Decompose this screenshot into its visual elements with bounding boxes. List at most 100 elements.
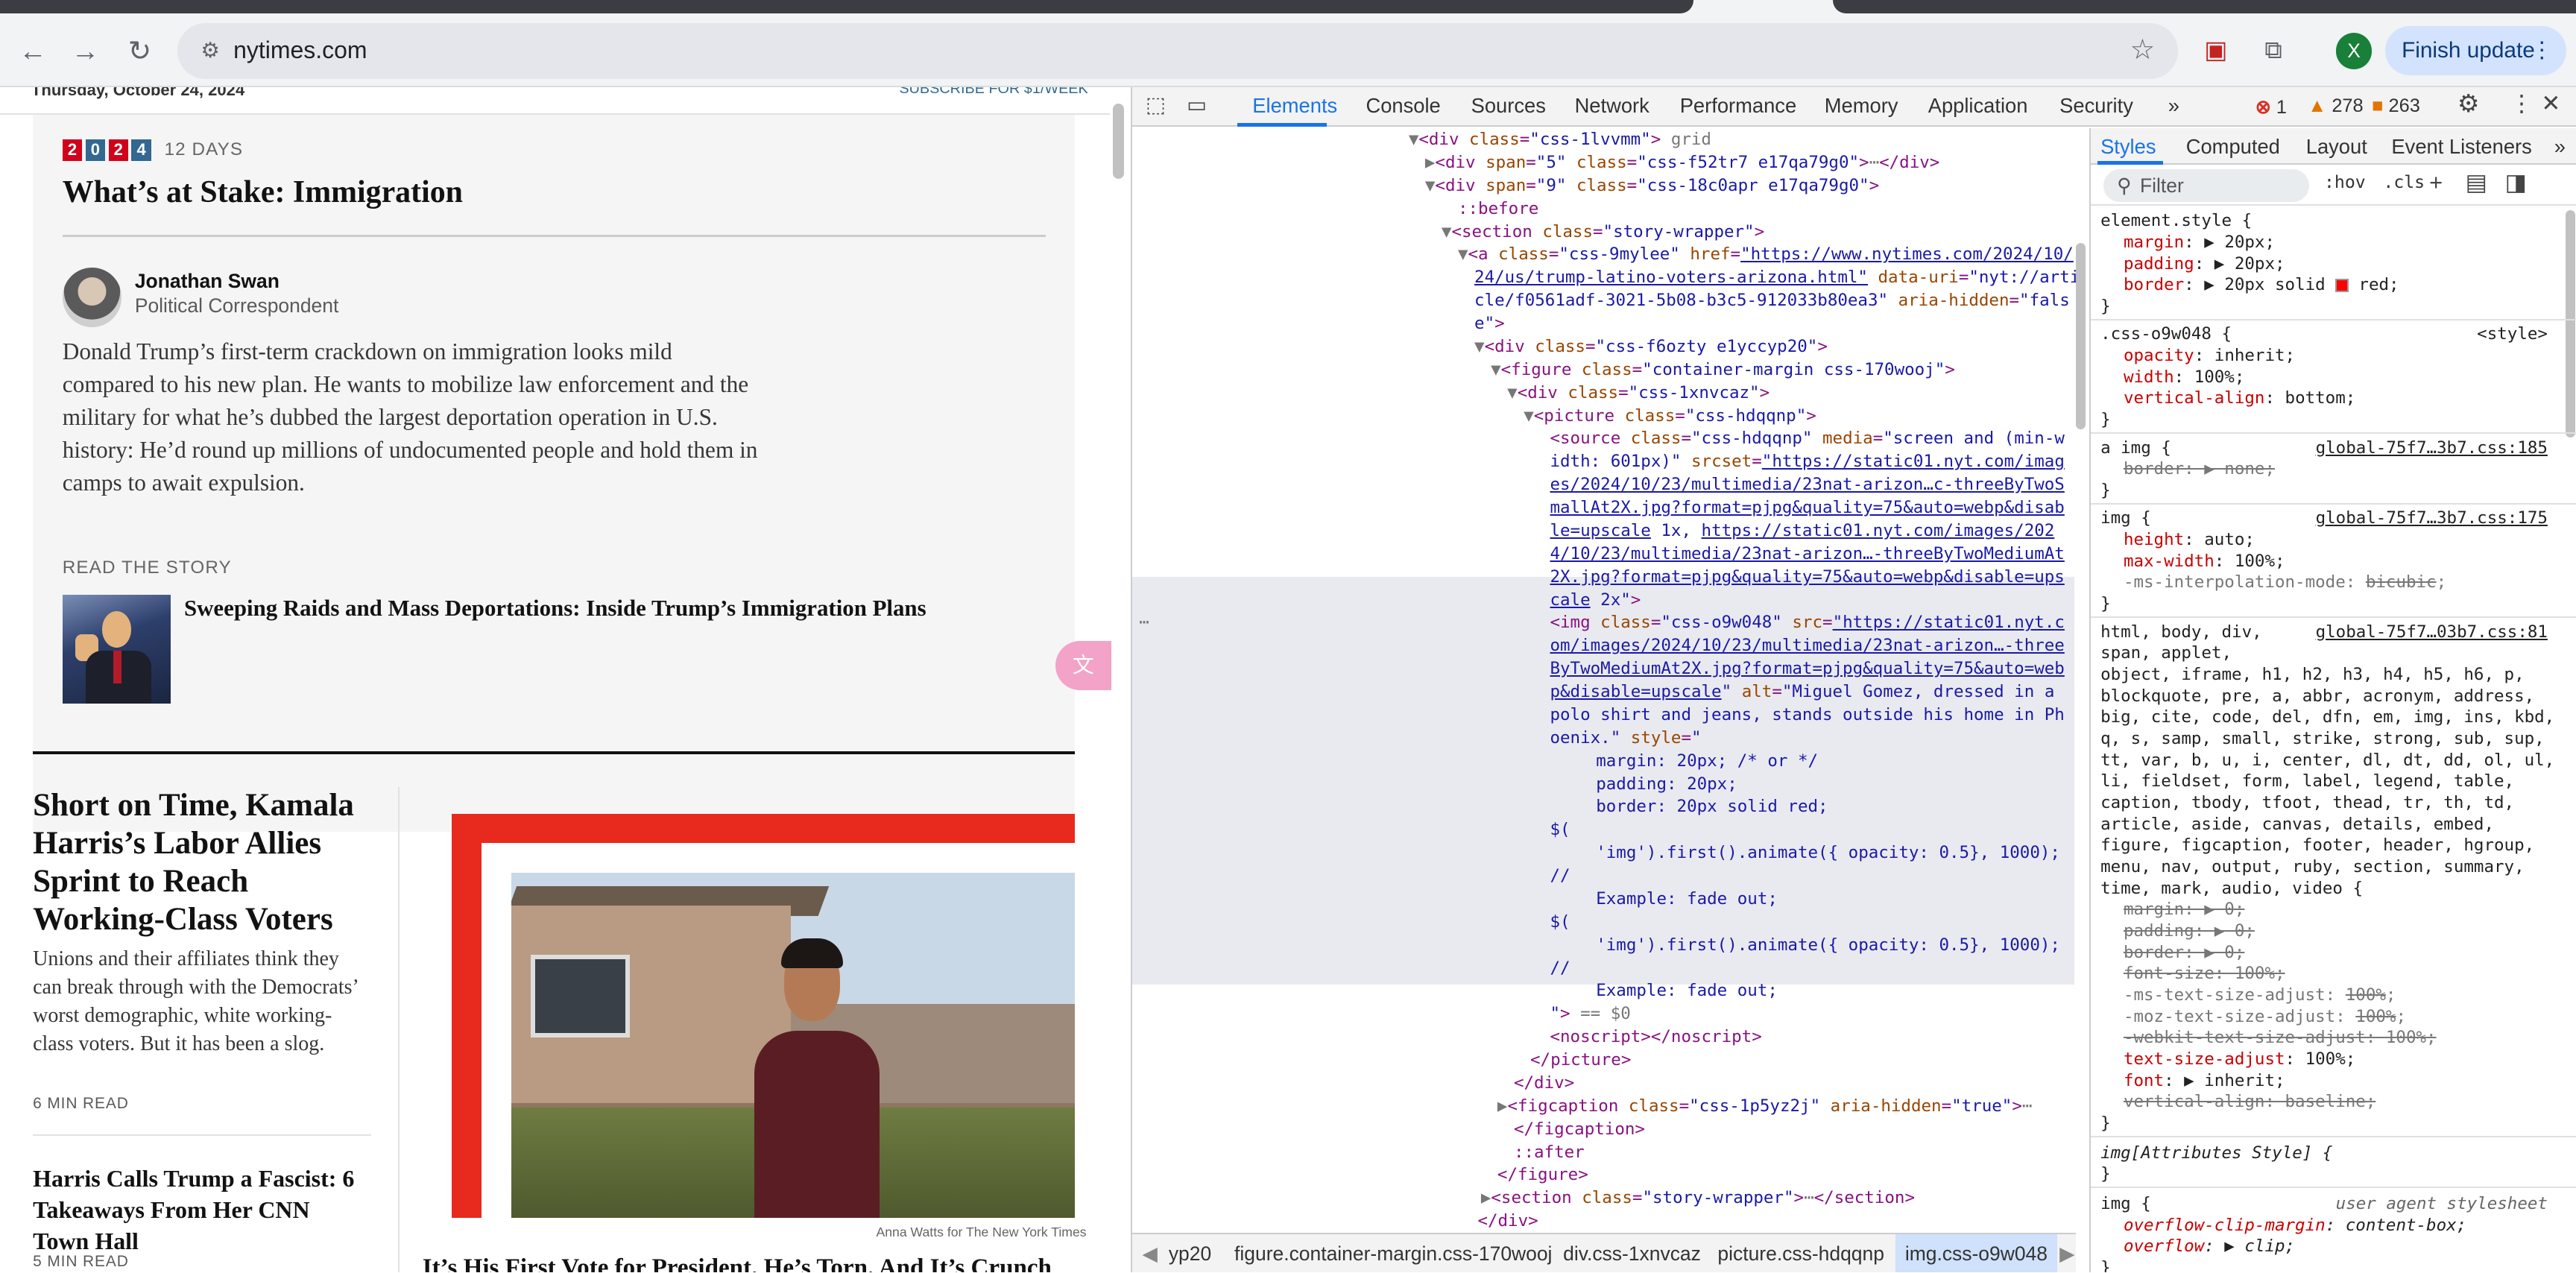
css-declaration[interactable]: -moz-text-size-adjust: 100%; xyxy=(2124,1006,2576,1028)
tab-elements[interactable]: Elements xyxy=(1252,94,1337,118)
css-declaration[interactable]: text-size-adjust: 100%; xyxy=(2124,1049,2576,1070)
css-declaration[interactable]: overflow: ▶ clip; xyxy=(2124,1236,2576,1257)
tab-application[interactable]: Application xyxy=(1928,94,2028,118)
css-declaration[interactable]: padding: ▶ 20px; xyxy=(2124,253,2576,275)
address-bar[interactable]: ⚙ nytimes.com ☆ xyxy=(177,22,2179,79)
warning-count[interactable]: ▲ 278 xyxy=(2308,95,2363,117)
css-declaration[interactable]: margin: ▶ 0; xyxy=(2124,899,2576,920)
reload-icon[interactable]: ↻ xyxy=(120,31,160,71)
tab-security[interactable]: Security xyxy=(2059,94,2133,118)
dom-line[interactable]: padding: 20px; xyxy=(1596,773,2076,796)
css-declaration[interactable]: border: ▶ 0; xyxy=(2124,942,2576,964)
dom-line[interactable]: ▶<div span="5" class="css-f52tr7 e17qa79… xyxy=(1425,151,2076,174)
tab-computed[interactable]: Computed xyxy=(2186,135,2280,159)
dom-line[interactable]: // xyxy=(1550,957,2076,980)
dom-line[interactable]: $( xyxy=(1550,818,2076,841)
dom-line[interactable]: ▼<figure class="container-margin css-170… xyxy=(1491,358,2076,382)
tab-styles[interactable]: Styles xyxy=(2100,135,2156,159)
bookmark-star-icon[interactable]: ☆ xyxy=(2130,33,2156,66)
dom-line[interactable]: ▼<div class="css-1xnvcaz"> xyxy=(1507,382,2076,405)
back-icon[interactable]: ← xyxy=(13,31,53,71)
subscribe-link[interactable]: SUBSCRIBE FOR $1/WEEK xyxy=(899,87,1087,98)
site-info-icon[interactable]: ⚙ xyxy=(194,34,227,67)
devtools-menu-icon[interactable]: ⋮ xyxy=(2510,90,2533,117)
dom-line[interactable]: 24/us/trump-latino-voters-arizona.html" … xyxy=(1474,266,2076,289)
device-toolbar-icon[interactable]: ▭ xyxy=(1187,92,1207,118)
breadcrumb-item[interactable]: figure.container-margin.css-170wooj xyxy=(1234,1242,1552,1266)
dom-line[interactable]: $( xyxy=(1550,911,2076,934)
article3-headline[interactable]: It’s His First Vote for President. He’s … xyxy=(423,1254,1113,1272)
tab-memory[interactable]: Memory xyxy=(1825,94,1898,118)
dom-tree[interactable]: ▼<div class="css-1lvvmm"> grid ▶<div spa… xyxy=(1132,128,2076,1233)
dom-line[interactable]: es/2024/10/23/multimedia/23nat-arizon…c-… xyxy=(1550,473,2076,496)
breadcrumb-left-icon[interactable]: ◀ xyxy=(1143,1242,1158,1266)
finish-update-button[interactable]: Finish update ⋮ xyxy=(2385,26,2566,76)
dom-line[interactable]: 'img').first().animate({ opacity: 0.5}, … xyxy=(1596,841,2076,865)
css-declaration[interactable]: vertical-align: baseline; xyxy=(2124,1091,2576,1113)
story-thumbnail[interactable] xyxy=(62,595,171,704)
dom-line[interactable]: ▼<a class="css-9mylee" href="https://www… xyxy=(1458,243,2076,266)
dom-line[interactable]: </div> xyxy=(1514,1072,2076,1095)
css-declaration[interactable]: -ms-interpolation-mode: bicubic; xyxy=(2124,572,2576,593)
dom-line[interactable]: </figcaption> xyxy=(1514,1118,2076,1141)
more-tabs-icon[interactable]: » xyxy=(2168,94,2179,118)
dom-line[interactable]: 2X.jpg?format=pjpg&quality=75&auto=webp&… xyxy=(1550,566,2076,589)
dom-line[interactable]: Example: fade out; xyxy=(1596,979,2076,1002)
css-declaration[interactable]: max-width: 100%; xyxy=(2124,551,2576,572)
dom-line[interactable]: 4/10/23/multimedia/23nat-arizon…-threeBy… xyxy=(1550,543,2076,566)
dom-line[interactable]: <img class="css-o9w048" src="https://sta… xyxy=(1550,611,2076,634)
breadcrumb-right-icon[interactable]: ▶ xyxy=(2059,1242,2074,1266)
extension-translate-icon[interactable]: ▣ xyxy=(2196,31,2235,71)
page-scrollbar[interactable] xyxy=(1113,103,1125,180)
color-swatch[interactable] xyxy=(2335,278,2349,292)
dom-line[interactable]: ▼<div span="9" class="css-18c0apr e17qa7… xyxy=(1425,174,2076,198)
new-rule-icon[interactable]: + xyxy=(2429,169,2443,196)
dom-line[interactable]: ▼<section class="story-wrapper"> xyxy=(1442,221,2076,244)
dom-line[interactable]: oenix." style=" xyxy=(1550,727,2076,750)
css-declaration[interactable]: font: ▶ inherit; xyxy=(2124,1070,2576,1092)
hov-toggle[interactable]: :hov xyxy=(2324,173,2366,192)
article2-headline[interactable]: Harris Calls Trump a Fascist: 6 Takeaway… xyxy=(33,1163,370,1257)
css-declaration[interactable]: margin: ▶ 20px; xyxy=(2124,232,2576,253)
kebab-menu-icon[interactable]: ⋮ xyxy=(2531,26,2553,75)
dom-line[interactable]: ::before xyxy=(1458,198,2076,221)
dom-line[interactable]: idth: 601px)" srcset="https://static01.n… xyxy=(1550,450,2076,473)
dom-line[interactable]: le=upscale 1x, https://static01.nyt.com/… xyxy=(1550,519,2076,543)
dom-line[interactable]: </div> xyxy=(1477,1210,2076,1233)
css-declaration[interactable]: height: auto; xyxy=(2124,529,2576,551)
dom-line[interactable]: mallAt2X.jpg?format=pjpg&quality=75&auto… xyxy=(1550,496,2076,519)
styles-more-icon[interactable]: » xyxy=(2554,135,2566,159)
url-text[interactable]: nytimes.com xyxy=(233,37,367,64)
dom-line[interactable]: ▼<div class="css-1lvvmm"> grid xyxy=(1409,128,2076,151)
dom-line[interactable]: e"> xyxy=(1474,312,2076,335)
breadcrumb-item[interactable]: picture.css-hdqqnp xyxy=(1717,1242,1884,1266)
dom-line[interactable]: Example: fade out; xyxy=(1596,888,2076,911)
tab-layout[interactable]: Layout xyxy=(2306,135,2367,159)
breadcrumb-item-current[interactable]: img.css-o9w048 xyxy=(1895,1234,2058,1272)
settings-gear-icon[interactable]: ⚙ xyxy=(2457,89,2480,119)
css-declaration[interactable]: border: ▶ 20px solid red; xyxy=(2124,274,2576,296)
extensions-puzzle-icon[interactable]: ⧉ xyxy=(2254,31,2294,71)
inspect-element-icon[interactable]: ⬚ xyxy=(1146,92,1166,118)
article-photo[interactable] xyxy=(511,873,1076,1219)
dom-line[interactable]: om/images/2024/10/23/multimedia/23nat-ar… xyxy=(1550,634,2076,657)
profile-avatar[interactable]: X xyxy=(2335,33,2373,69)
dom-line[interactable]: ::after xyxy=(1514,1141,2076,1164)
tab-sources[interactable]: Sources xyxy=(1471,94,1546,118)
issues-count[interactable]: ■ 263 xyxy=(2372,95,2420,117)
css-declaration[interactable]: border: ▶ none; xyxy=(2124,458,2576,480)
dom-tree-scrollbar[interactable] xyxy=(2076,243,2086,429)
story-link[interactable]: Sweeping Raids and Mass Deportations: In… xyxy=(184,595,926,622)
tab-performance[interactable]: Performance xyxy=(1680,94,1796,118)
dom-line[interactable]: <source class="css-hdqqnp" media="screen… xyxy=(1550,427,2076,450)
tab-network[interactable]: Network xyxy=(1575,94,1650,118)
breadcrumb-item[interactable]: yp20 xyxy=(1169,1242,1211,1266)
dom-line[interactable]: // xyxy=(1550,865,2076,888)
dom-line[interactable]: ▶<figcaption class="css-1p5yz2j" aria-hi… xyxy=(1497,1095,2076,1118)
dom-line[interactable]: <noscript></noscript> xyxy=(1550,1026,2076,1049)
tab-right[interactable] xyxy=(1833,0,2576,13)
forward-icon[interactable]: → xyxy=(66,31,105,71)
css-declaration[interactable]: -webkit-text-size-adjust: 100%; xyxy=(2124,1027,2576,1049)
author-name[interactable]: Jonathan Swan xyxy=(135,270,280,293)
dom-line[interactable]: ByTwoMediumAt2X.jpg?format=pjpg&quality=… xyxy=(1550,657,2076,680)
